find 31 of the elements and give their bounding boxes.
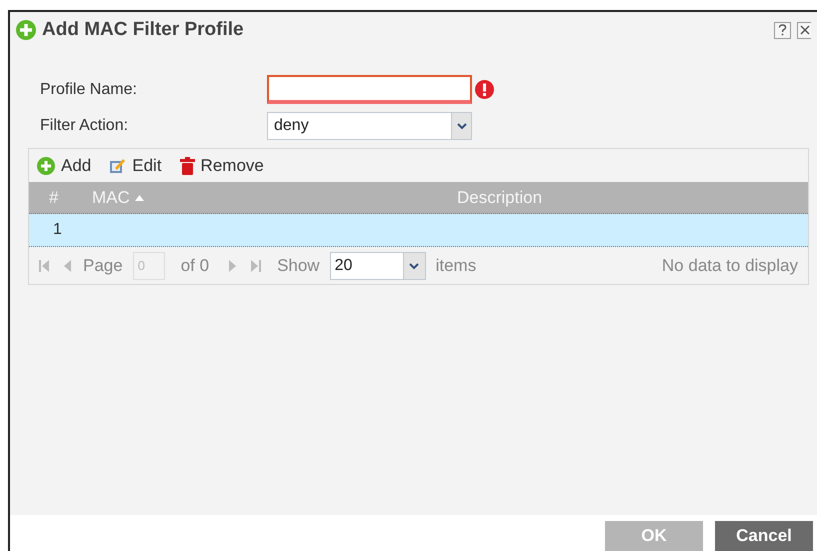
cancel-button[interactable]: Cancel [715, 521, 813, 551]
dialog-title: Add MAC Filter Profile [42, 18, 244, 42]
field-label: Profile Name: [40, 80, 138, 100]
next-page-icon[interactable] [229, 258, 238, 272]
plus-circle-icon [16, 20, 36, 40]
add-toolbar-button[interactable]: Add [37, 152, 92, 178]
edit-icon [109, 157, 126, 174]
edit-toolbar-button[interactable]: Edit [109, 152, 162, 178]
first-page-icon[interactable] [39, 258, 49, 272]
plus-circle-icon [37, 156, 55, 174]
show-label: Show [277, 254, 320, 277]
table-row[interactable]: 1 [29, 214, 808, 247]
close-button[interactable] [797, 22, 811, 38]
trash-icon [180, 156, 195, 174]
last-page-icon[interactable] [251, 258, 262, 272]
profile-name-field[interactable] [267, 75, 472, 104]
help-icon [778, 24, 787, 36]
items-label: items [436, 254, 476, 277]
table-cell: 1 [53, 221, 62, 238]
filter-action-select[interactable]: deny [267, 112, 472, 140]
page-count: of 0 [180, 254, 210, 277]
page-size-select[interactable]: 20 [330, 252, 426, 280]
pager-status: No data to display [662, 254, 798, 277]
previous-page-icon[interactable] [63, 258, 71, 272]
close-icon [800, 25, 810, 35]
help-button[interactable] [774, 22, 791, 38]
caret-icon [409, 262, 420, 270]
caret-icon [456, 122, 466, 130]
remove-toolbar-button[interactable]: Remove [180, 152, 264, 178]
field-label: Filter Action: [40, 116, 130, 136]
page-label: Page [83, 254, 123, 277]
